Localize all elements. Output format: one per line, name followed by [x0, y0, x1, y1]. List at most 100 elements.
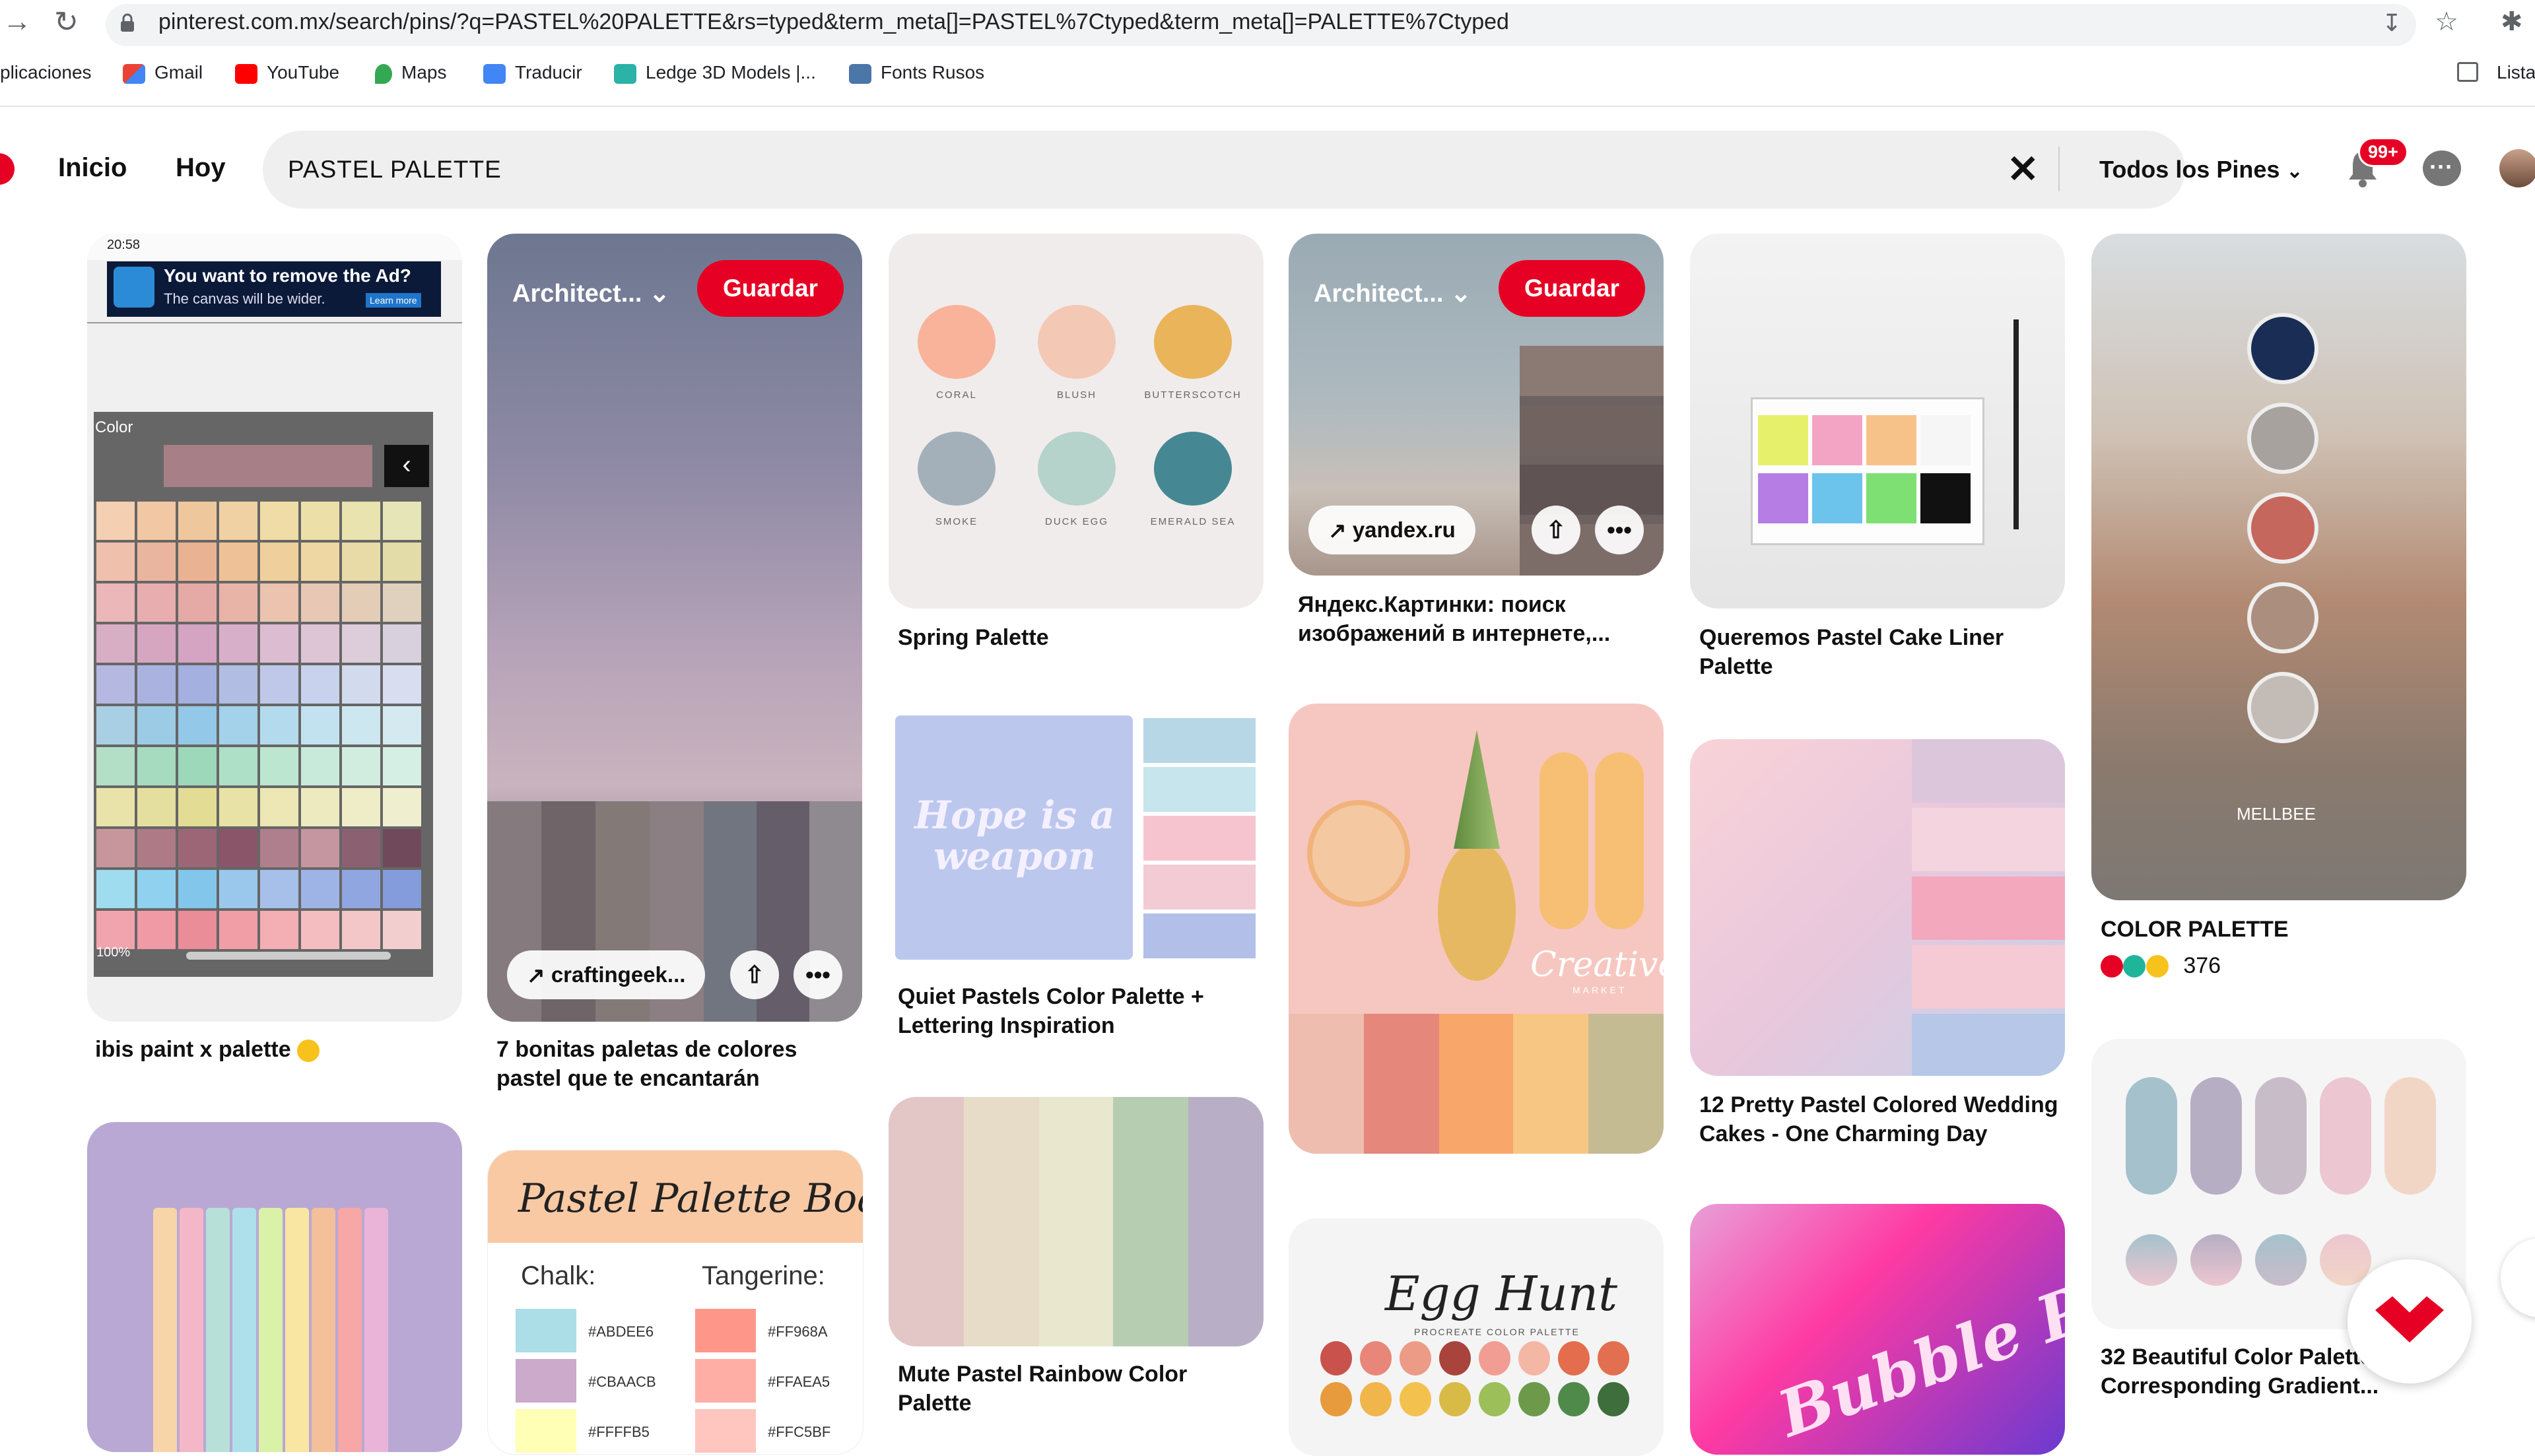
color-swatch[interactable] — [96, 502, 135, 540]
pin-bubble-pop[interactable]: Bubble Pop — [1690, 1204, 2065, 1455]
color-swatch[interactable] — [260, 870, 298, 908]
color-swatch[interactable] — [137, 502, 176, 540]
pin-egg-hunt[interactable]: Egg Hunt PROCREATE COLOR PALETTE — [1289, 1218, 1664, 1456]
bookmark-translate[interactable]: Traducir — [483, 62, 582, 84]
help-button[interactable] — [2501, 1238, 2535, 1317]
reload-icon[interactable]: ↻ — [54, 5, 79, 39]
color-swatch[interactable] — [96, 911, 135, 949]
messages-icon[interactable]: ··· — [2423, 150, 2461, 186]
color-swatch[interactable] — [301, 788, 339, 826]
bookmark-youtube[interactable]: YouTube — [235, 62, 339, 84]
color-swatch[interactable] — [260, 829, 298, 867]
color-swatch[interactable] — [301, 706, 339, 745]
pin-title[interactable]: ibis paint x palette — [95, 1035, 465, 1064]
pin-palette-board[interactable]: Pastel Palette Board Chalk: Tangerine: #… — [487, 1150, 863, 1455]
color-swatch[interactable] — [383, 870, 421, 908]
color-swatch[interactable] — [178, 583, 217, 622]
color-swatch[interactable] — [342, 502, 380, 540]
color-swatch[interactable] — [96, 543, 135, 581]
color-swatch[interactable] — [383, 788, 421, 826]
color-swatch[interactable] — [137, 829, 176, 867]
color-swatch[interactable] — [219, 665, 257, 704]
bookmark-maps[interactable]: Maps — [375, 62, 446, 84]
pin-pineapple[interactable]: Creative MARKET — [1289, 704, 1664, 1154]
color-swatch[interactable] — [219, 583, 257, 622]
color-swatch[interactable] — [342, 543, 380, 581]
color-swatch[interactable] — [219, 502, 257, 540]
color-swatch[interactable] — [219, 747, 257, 785]
color-swatch[interactable] — [178, 543, 217, 581]
search-input[interactable]: PASTEL PALETTE — [288, 156, 502, 183]
color-swatch[interactable] — [178, 911, 217, 949]
color-swatch[interactable] — [96, 788, 135, 826]
color-swatch[interactable] — [342, 829, 380, 867]
pin-yandex-palette[interactable]: Architect... ⌄ Guardar ↗ yandex.ru ⇧ ••• — [1289, 234, 1664, 576]
pin-title[interactable]: Mute Pastel Rainbow Color Palette — [898, 1360, 1254, 1418]
color-swatch[interactable] — [342, 706, 380, 745]
color-swatch[interactable] — [260, 665, 298, 704]
color-swatch[interactable] — [137, 911, 176, 949]
share-icon[interactable]: ⇧ — [730, 950, 779, 999]
board-selector[interactable]: Architect... ⌄ — [1314, 279, 1471, 308]
nav-inicio[interactable]: Inicio — [58, 153, 127, 183]
color-swatch[interactable] — [178, 665, 217, 704]
color-swatch[interactable] — [96, 583, 135, 622]
color-swatch[interactable] — [301, 665, 339, 704]
color-swatch[interactable] — [342, 624, 380, 663]
bookmark-apps[interactable]: plicaciones — [0, 62, 92, 83]
color-swatch[interactable] — [137, 583, 176, 622]
save-button[interactable]: Guardar — [697, 260, 844, 317]
collapse-icon[interactable]: ‹ — [384, 445, 429, 487]
color-swatch[interactable] — [178, 829, 217, 867]
swatch-grid[interactable] — [96, 502, 430, 949]
color-swatch[interactable] — [383, 502, 421, 540]
nav-hoy[interactable]: Hoy — [176, 153, 226, 183]
source-link[interactable]: ↗ craftingeek... — [507, 950, 706, 999]
color-swatch[interactable] — [260, 502, 298, 540]
more-icon[interactable]: ••• — [1595, 506, 1644, 554]
color-swatch[interactable] — [96, 665, 135, 704]
color-swatch[interactable] — [301, 870, 339, 908]
color-swatch[interactable] — [301, 583, 339, 622]
color-swatch[interactable] — [260, 911, 298, 949]
color-swatch[interactable] — [96, 624, 135, 663]
color-swatch[interactable] — [137, 870, 176, 908]
reading-list-label[interactable]: Lista — [2497, 62, 2535, 83]
color-swatch[interactable] — [301, 502, 339, 540]
color-swatch[interactable] — [260, 706, 298, 745]
pin-color-palette[interactable]: MELLBEE — [2091, 234, 2466, 900]
color-swatch[interactable] — [219, 829, 257, 867]
color-swatch[interactable] — [301, 911, 339, 949]
color-swatch[interactable] — [219, 706, 257, 745]
color-swatch[interactable] — [96, 870, 135, 908]
color-swatch[interactable] — [383, 665, 421, 704]
floating-action-button[interactable] — [2348, 1259, 2472, 1383]
bookmark-fonts[interactable]: Fonts Rusos — [849, 62, 984, 84]
pin-cake-liner[interactable] — [1690, 234, 2065, 609]
pin-wedding[interactable] — [1690, 739, 2065, 1076]
color-swatch[interactable] — [219, 624, 257, 663]
reading-list-icon[interactable] — [2457, 62, 2478, 82]
bookmark-gmail[interactable]: Gmail — [123, 62, 203, 84]
color-swatch[interactable] — [301, 543, 339, 581]
color-swatch[interactable] — [260, 624, 298, 663]
pin-chalk[interactable] — [87, 1122, 462, 1452]
color-swatch[interactable] — [137, 788, 176, 826]
pin-title[interactable]: Queremos Pastel Cake Liner Palette — [1699, 623, 2056, 681]
color-swatch[interactable] — [342, 747, 380, 785]
pin-title[interactable]: Quiet Pastels Color Palette + Lettering … — [898, 982, 1268, 1040]
color-swatch[interactable] — [219, 543, 257, 581]
zoom-slider[interactable] — [186, 952, 391, 960]
color-swatch[interactable] — [137, 706, 176, 745]
extensions-icon[interactable]: ✱ — [2501, 7, 2523, 37]
color-swatch[interactable] — [96, 706, 135, 745]
color-swatch[interactable] — [96, 747, 135, 785]
pin-title[interactable]: Spring Palette — [898, 623, 1254, 652]
color-swatch[interactable] — [342, 665, 380, 704]
color-swatch[interactable] — [219, 870, 257, 908]
pin-hope-lettering[interactable]: Hope is a weapon — [889, 708, 1264, 968]
reactions[interactable]: 376 — [2101, 953, 2221, 982]
color-swatch[interactable] — [137, 665, 176, 704]
forward-icon[interactable]: → — [3, 5, 32, 38]
download-icon[interactable]: ↧ — [2382, 9, 2402, 37]
